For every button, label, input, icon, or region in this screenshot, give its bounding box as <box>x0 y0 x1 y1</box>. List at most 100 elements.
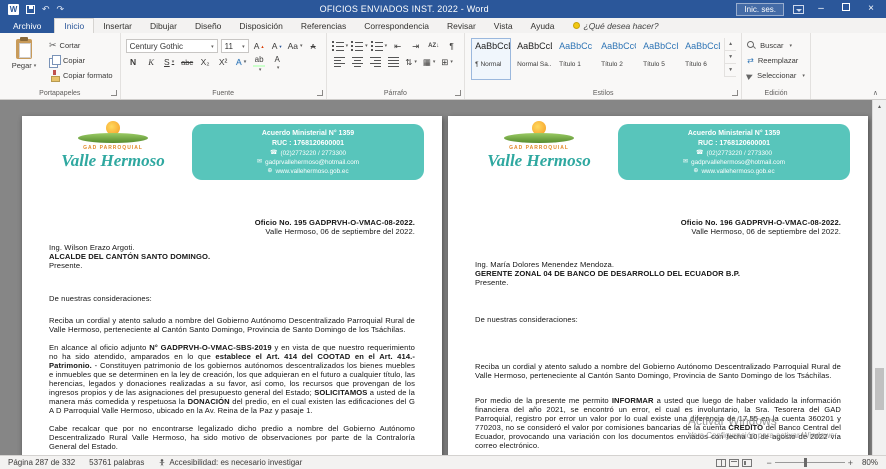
group-edicion: Buscar ⇄ Reemplazar Seleccionar Edición <box>742 33 811 99</box>
style-titulo-1[interactable]: AaBbCc Título 1 <box>555 38 595 80</box>
word-window: W ↶ ↷ OFICIOS ENVIADOS INST. 2022 - Word… <box>0 0 886 469</box>
group-portapapeles: Pegar ✂ Cortar Copiar Copiar formato Por… <box>0 33 121 99</box>
tab-revisar[interactable]: Revisar <box>438 18 485 33</box>
text-effects-button[interactable]: A <box>234 55 249 69</box>
print-layout-button[interactable] <box>729 459 739 467</box>
quick-access-toolbar: W ↶ ↷ <box>0 4 72 15</box>
borders-button[interactable]: ⊞ <box>440 55 455 69</box>
tab-ayuda[interactable]: Ayuda <box>522 18 564 33</box>
select-button[interactable]: Seleccionar <box>747 69 805 82</box>
vertical-scrollbar[interactable]: ▲ <box>872 100 886 455</box>
save-icon[interactable] <box>26 5 35 14</box>
tab-dibujar[interactable]: Dibujar <box>141 18 186 33</box>
title-bar: W ↶ ↷ OFICIOS ENVIADOS INST. 2022 - Word… <box>0 0 886 18</box>
presente-line: Presente. <box>49 261 415 270</box>
web-layout-button[interactable] <box>742 459 752 467</box>
tell-me-box[interactable]: ¿Qué desea hacer? <box>564 18 668 33</box>
align-center-button[interactable] <box>350 55 365 69</box>
close-button[interactable]: × <box>863 1 879 17</box>
show-paragraph-marks-button[interactable]: ¶ <box>444 39 459 53</box>
minimize-button[interactable]: – <box>813 1 829 17</box>
grow-font-button[interactable]: A <box>252 39 267 53</box>
change-case-button[interactable]: Aa <box>288 39 303 53</box>
page-indicator[interactable]: Página 287 de 332 <box>8 458 75 467</box>
highlight-color-button[interactable]: ab <box>252 55 267 69</box>
style-titulo-6[interactable]: AaBbCcD Título 6 <box>681 38 721 80</box>
font-color-button[interactable]: A <box>270 55 285 69</box>
paragraph-dialog-launcher[interactable] <box>455 90 461 96</box>
style-titulo-2[interactable]: AaBbCcC Título 2 <box>597 38 637 80</box>
align-right-button[interactable] <box>368 55 383 69</box>
style-normal-sangria[interactable]: AaBbCcD Normal Sa... <box>513 38 553 80</box>
restore-button[interactable] <box>838 1 854 17</box>
font-family-combobox[interactable]: Century Gothic <box>126 39 218 53</box>
scroll-up-icon[interactable]: ▲ <box>873 100 886 113</box>
zoom-out-button[interactable]: − <box>766 458 771 468</box>
redo-icon[interactable]: ↷ <box>57 5 65 14</box>
read-mode-button[interactable] <box>716 459 726 467</box>
styles-dialog-launcher[interactable] <box>732 90 738 96</box>
word-count[interactable]: 53761 palabras <box>89 458 144 467</box>
bold-button[interactable]: N <box>126 55 141 69</box>
zoom-level[interactable]: 80% <box>856 458 878 467</box>
align-left-button[interactable] <box>332 55 347 69</box>
cut-button[interactable]: ✂ Cortar <box>47 39 115 52</box>
undo-icon[interactable]: ↶ <box>42 5 50 14</box>
justify-icon <box>388 57 399 67</box>
copy-button[interactable]: Copiar <box>47 54 115 67</box>
tab-archivo[interactable]: Archivo <box>0 18 54 33</box>
accessibility-status[interactable]: Accesibilidad: es necesario investigar <box>158 458 302 467</box>
zoom-slider-thumb[interactable] <box>804 458 807 467</box>
italic-button[interactable]: K <box>144 55 159 69</box>
align-center-icon <box>352 57 363 67</box>
document-page-1[interactable]: GAD PARROQUIAL Valle Hermoso Acuerdo Min… <box>22 116 442 455</box>
format-painter-button[interactable]: Copiar formato <box>47 69 115 82</box>
ribbon-display-options-icon[interactable] <box>793 5 804 14</box>
underline-button[interactable]: S <box>162 55 177 69</box>
font-size-combobox[interactable]: 11 <box>221 39 249 53</box>
tab-diseno[interactable]: Diseño <box>186 18 230 33</box>
zoom-in-button[interactable]: + <box>848 458 853 468</box>
styles-scroll-down-icon[interactable]: ▼ <box>725 51 736 64</box>
increase-indent-button[interactable]: ⇥ <box>408 39 423 53</box>
multilevel-list-button[interactable] <box>371 39 388 53</box>
sort-button[interactable]: AZ↓ <box>426 39 441 53</box>
line-spacing-button[interactable]: ⇅ <box>404 55 419 69</box>
page-2-content: Oficio No. 196 GADPRVH-O-VMAC-08-2022. V… <box>448 218 868 455</box>
replace-button[interactable]: ⇄ Reemplazar <box>747 54 805 67</box>
decrease-indent-button[interactable]: ⇤ <box>390 39 405 53</box>
scrollbar-thumb[interactable] <box>875 368 884 410</box>
recipient-block: Ing. María Dolores Menendez Mendoza. GER… <box>475 260 841 287</box>
shrink-font-button[interactable]: A <box>270 39 285 53</box>
document-page-2[interactable]: GAD PARROQUIAL Valle Hermoso Acuerdo Min… <box>448 116 868 455</box>
oficio-date: Valle Hermoso, 06 de septiembre del 2022… <box>49 227 415 236</box>
numbered-list-button[interactable] <box>351 39 368 53</box>
tab-vista[interactable]: Vista <box>485 18 522 33</box>
styles-more-icon[interactable]: ▼ <box>725 64 736 77</box>
shading-button[interactable]: ▦ <box>422 55 437 69</box>
subscript-button[interactable]: X₂ <box>198 55 213 69</box>
strikethrough-button[interactable]: abc <box>180 55 195 69</box>
zoom-slider[interactable] <box>775 462 845 463</box>
tab-correspondencia[interactable]: Correspondencia <box>355 18 438 33</box>
sign-in-button[interactable]: Inic. ses. <box>736 3 784 16</box>
style-normal[interactable]: AaBbCcD ¶ Normal <box>471 38 511 80</box>
style-titulo-5[interactable]: AaBbCcI Título 5 <box>639 38 679 80</box>
clear-formatting-button[interactable]: A <box>306 39 321 53</box>
collapse-ribbon-button[interactable]: ∧ <box>873 89 878 97</box>
find-button[interactable]: Buscar <box>747 39 805 52</box>
paste-button[interactable]: Pegar <box>5 37 43 85</box>
tab-disposicion[interactable]: Disposición <box>230 18 291 33</box>
tab-inicio[interactable]: Inicio <box>54 18 94 33</box>
tab-referencias[interactable]: Referencias <box>292 18 355 33</box>
justify-button[interactable] <box>386 55 401 69</box>
tab-insertar[interactable]: Insertar <box>94 18 141 33</box>
styles-scroll-up-icon[interactable]: ▲ <box>725 38 736 51</box>
salutation: De nuestras consideraciones: <box>49 294 415 303</box>
group-parrafo: ⇤ ⇥ AZ↓ ¶ ⇅ ▦ ⊞ Párrafo <box>327 33 466 99</box>
bullet-list-button[interactable] <box>332 39 349 53</box>
clipboard-dialog-launcher[interactable] <box>111 90 117 96</box>
superscript-button[interactable]: X² <box>216 55 231 69</box>
font-dialog-launcher[interactable] <box>317 90 323 96</box>
styles-gallery-scroll: ▲ ▼ ▼ <box>724 38 736 77</box>
